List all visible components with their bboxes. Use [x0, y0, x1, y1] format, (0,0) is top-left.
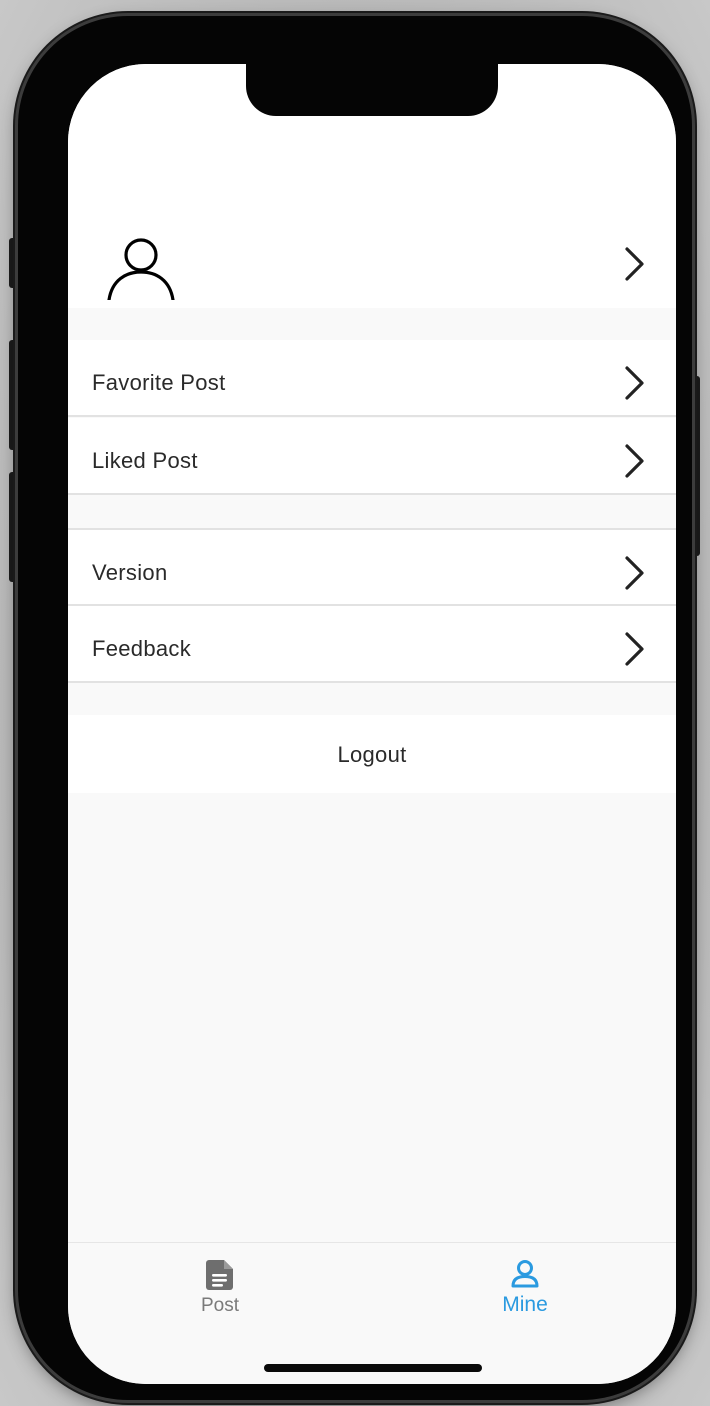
- tab-label: Mine: [502, 1293, 548, 1316]
- home-indicator[interactable]: [264, 1364, 482, 1372]
- chevron-right-icon: [622, 443, 646, 479]
- profile-row[interactable]: [68, 224, 676, 308]
- mute-switch: [9, 238, 17, 288]
- tab-post[interactable]: Post: [160, 1259, 280, 1329]
- app-screen: Favorite Post Liked Post Version Feedbac…: [68, 64, 676, 1384]
- document-icon: [160, 1259, 280, 1291]
- volume-up-button: [9, 340, 17, 450]
- tab-bar: Post Mine: [68, 1242, 676, 1384]
- logout-button[interactable]: Logout: [68, 715, 676, 793]
- volume-down-button: [9, 472, 17, 582]
- chevron-right-icon: [622, 246, 646, 282]
- menu-item-feedback[interactable]: Feedback: [68, 606, 676, 683]
- menu-item-version[interactable]: Version: [68, 528, 676, 606]
- menu-item-label: Feedback: [92, 636, 192, 661]
- menu-item-label: Version: [92, 560, 168, 585]
- menu-item-label: Liked Post: [92, 448, 198, 473]
- person-icon: [465, 1259, 585, 1289]
- chevron-right-icon: [622, 631, 646, 667]
- power-button: [692, 376, 700, 556]
- menu-item-label: Favorite Post: [92, 370, 226, 395]
- chevron-right-icon: [622, 555, 646, 591]
- menu-item-liked-post[interactable]: Liked Post: [68, 418, 676, 495]
- chevron-right-icon: [622, 365, 646, 401]
- notch: [246, 64, 498, 116]
- tab-mine[interactable]: Mine: [465, 1259, 585, 1329]
- tab-label: Post: [200, 1295, 240, 1316]
- phone-frame: Favorite Post Liked Post Version Feedbac…: [18, 16, 692, 1400]
- menu-item-favorite-post[interactable]: Favorite Post: [68, 340, 676, 417]
- person-outline-icon: [106, 230, 176, 302]
